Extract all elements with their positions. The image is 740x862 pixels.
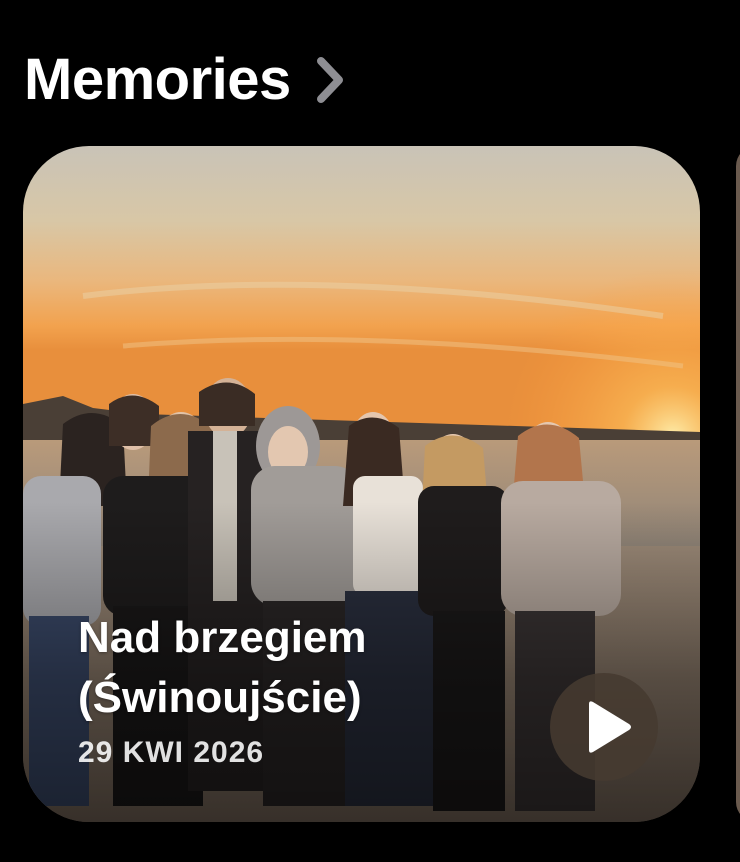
memories-title: Memories [24,47,291,112]
memory-title: Nad brzegiem (Świnoujście) [78,613,367,722]
memory-date: 29 KWI 2026 [78,736,265,769]
next-memory-card-peek[interactable] [736,146,740,822]
memory-card[interactable]: Nad brzegiem (Świnoujście) 29 KWI 2026 [23,146,700,822]
memories-screen: Memories Nad brzegiem (Świnoujście) 29 K… [0,0,740,862]
play-button[interactable] [550,673,658,781]
chevron-right-icon [316,57,343,103]
memories-header[interactable]: Memories [24,44,347,116]
play-icon [589,701,631,753]
